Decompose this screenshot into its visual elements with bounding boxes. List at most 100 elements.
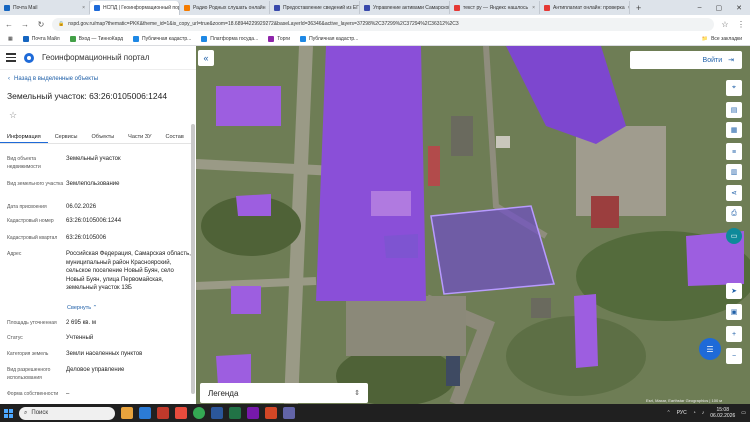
bookmark-label: Почта Майл: [31, 36, 60, 42]
reload-icon[interactable]: ↻: [36, 20, 46, 29]
clock[interactable]: 15:08 06.02.2026: [710, 407, 735, 419]
info-field-row: Кадастровый номер 63:26:0105006:1244: [7, 217, 193, 226]
browser-tab[interactable]: Предоставление сведений из ЕГРН×: [270, 1, 360, 14]
bookmark-item[interactable]: Публичная кадастр...: [133, 36, 191, 42]
back-icon[interactable]: ←: [4, 20, 14, 29]
field-label: Категория земель: [7, 351, 49, 357]
app-icon-indigo[interactable]: [283, 407, 295, 419]
map-layers-icon[interactable]: ▣: [726, 304, 742, 320]
new-tab-button[interactable]: +: [630, 3, 647, 13]
bookmarks-bar: ▦ Почта Майл Вход — ТинноКард Публичная ка…: [0, 33, 750, 46]
panel-tabs: ИнформацияСервисыОбъектыЧасти ЗУСостав›: [0, 130, 193, 144]
favorite-star-icon[interactable]: ☆: [9, 110, 17, 121]
panel-tab[interactable]: Сервисы: [48, 130, 85, 143]
info-field-row: Вид земельного участка Землепользование: [7, 180, 193, 189]
login-label: Войти: [702, 56, 723, 64]
portal-header: Геоинформационный портал: [0, 46, 196, 70]
legend-dropdown[interactable]: Легенда ⇕: [200, 383, 368, 403]
field-value: Землепользование: [66, 181, 120, 187]
volume-icon[interactable]: ♪: [702, 410, 705, 416]
excel-icon[interactable]: [229, 407, 241, 419]
browser-tab[interactable]: НСПД | Геоинформационный портал×: [90, 1, 180, 15]
updown-caret-icon: ⇕: [354, 390, 360, 397]
tab-favicon-icon: [454, 4, 460, 11]
clock-date: 06.02.2026: [710, 413, 736, 419]
collapse-panel-button[interactable]: «: [198, 50, 214, 66]
minimize-button[interactable]: –: [698, 4, 702, 12]
tab-title: Антиплагиат онлайн: проверка: [553, 4, 625, 11]
chat-icon[interactable]: ☰: [699, 338, 721, 360]
browser-tab[interactable]: Радио Родных слушать онлайн×: [180, 1, 270, 14]
bookmark-item[interactable]: Публичная кадастр...: [300, 36, 358, 42]
window-controls: – ▢ ✕: [698, 4, 750, 12]
address-bar-row: ← → ↻ 🔒 nspd.gov.ru/map?thematic=PKK&the…: [0, 15, 750, 33]
chrome-icon[interactable]: [193, 407, 205, 419]
hamburger-menu-icon[interactable]: [6, 53, 16, 62]
url-field[interactable]: 🔒 nspd.gov.ru/map?thematic=PKK&theme_id=…: [52, 17, 714, 31]
yandex-icon[interactable]: [157, 407, 169, 419]
navigate-icon[interactable]: ➤: [726, 283, 742, 299]
app-icon-red[interactable]: [175, 407, 187, 419]
field-label: Кадастровый номер: [7, 218, 54, 224]
apps-icon[interactable]: ▦: [8, 36, 13, 42]
browser-tab[interactable]: Управление активами Самарской обл.×: [360, 1, 450, 14]
windows-start-icon[interactable]: [4, 408, 13, 418]
bookmark-item[interactable]: Торги: [268, 36, 290, 42]
field-value: 2 695 кв. м: [66, 320, 96, 326]
close-window-button[interactable]: ✕: [736, 4, 742, 12]
app-icon-purple[interactable]: [247, 407, 259, 419]
close-tab-icon[interactable]: ×: [532, 5, 535, 11]
zoom-in-icon[interactable]: +: [726, 326, 742, 342]
chevron-up-tray-icon[interactable]: ⌃: [666, 410, 670, 416]
file-explorer-icon[interactable]: [121, 407, 133, 419]
back-to-selected-link[interactable]: ‹ Назад в выделенные объекты: [8, 76, 98, 82]
menu-icon[interactable]: ⋮: [736, 20, 746, 29]
bookmark-label: Вход — ТинноКард: [78, 36, 124, 42]
tab-favicon-icon: [4, 4, 10, 11]
grid-icon[interactable]: ▦: [726, 122, 742, 138]
edge-icon[interactable]: [139, 407, 151, 419]
browser-tab[interactable]: Антиплагиат онлайн: проверка×: [540, 1, 630, 14]
word-icon[interactable]: [211, 407, 223, 419]
wifi-icon[interactable]: ◔: [693, 410, 696, 416]
info-field-row: Статус Учтенный: [7, 334, 193, 343]
share-icon[interactable]: ⋖: [726, 185, 742, 201]
powerpoint-icon[interactable]: [265, 407, 277, 419]
location-pin-icon[interactable]: ⌖: [726, 80, 742, 96]
zoom-out-icon[interactable]: −: [726, 348, 742, 364]
info-field-row: Дата присвоения 06.02.2026: [7, 203, 193, 212]
login-button[interactable]: Войти ⇥: [630, 51, 742, 69]
info-field-row: Вид объекта недвижимости Земельный участо…: [7, 155, 193, 171]
bookmark-item[interactable]: Платформа госуда...: [201, 36, 258, 42]
field-value: 63:26:0105006:1244: [66, 218, 122, 224]
info-field-row: Вид разрешенного использования Деловое уп…: [7, 366, 193, 382]
panel-tab[interactable]: Состав: [159, 130, 191, 143]
field-value: Учтенный: [66, 335, 94, 341]
portal-title: Геоинформационный портал: [42, 53, 150, 62]
field-value: Земли населенных пунктов: [66, 351, 143, 357]
tools-list-icon[interactable]: ≡: [726, 144, 742, 160]
map-view[interactable]: « Войти ⇥ ⌖ ▤ ▦ ☰ ≡ ▥: [196, 46, 750, 404]
ruler-tool-icon[interactable]: ▭: [726, 228, 742, 244]
panel-tab[interactable]: Части ЗУ: [121, 130, 158, 143]
field-label: Форма собственности: [7, 391, 59, 397]
collapse-address-link[interactable]: Свернуть ⌃: [67, 305, 97, 311]
lang-indicator[interactable]: РУС: [677, 410, 687, 416]
panel-tab[interactable]: Объекты: [84, 130, 121, 143]
forward-icon[interactable]: →: [20, 20, 30, 29]
bookmark-item[interactable]: Почта Майл: [22, 36, 60, 42]
browser-tab[interactable]: текст ру — Яндекс нашлось ×: [450, 1, 540, 14]
close-tab-icon[interactable]: ×: [82, 5, 85, 11]
info-list-icon[interactable]: ▥: [726, 164, 742, 180]
layers-icon[interactable]: ▤: [726, 102, 742, 118]
browser-tab[interactable]: Почта Mail ×: [0, 1, 90, 14]
field-label: Вид земельного участка: [7, 181, 64, 187]
taskbar-search[interactable]: ⌕ Поиск: [19, 406, 115, 420]
notification-icon[interactable]: ▭: [741, 410, 746, 416]
star-icon[interactable]: ☆: [720, 20, 730, 29]
all-bookmarks[interactable]: 📁 Все закладки: [702, 36, 742, 42]
print-icon[interactable]: ⎙: [726, 206, 742, 222]
bookmark-item[interactable]: Вход — ТинноКард: [69, 36, 124, 42]
maximize-button[interactable]: ▢: [716, 4, 723, 12]
panel-tab[interactable]: Информация: [0, 130, 48, 143]
